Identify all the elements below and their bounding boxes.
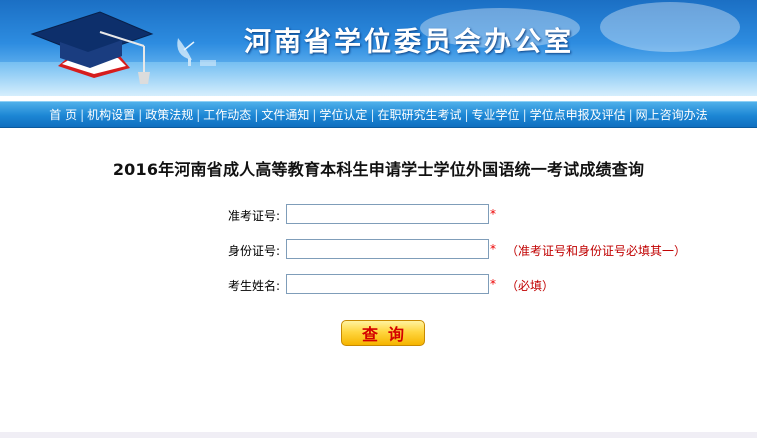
id-no-label: 身份证号: — [227, 244, 280, 258]
nav-item-online-consulting[interactable]: 网上咨询办法 — [633, 106, 711, 123]
name-input[interactable] — [286, 274, 489, 294]
satellite-dish-icon — [177, 38, 216, 66]
nav-item-policies[interactable]: 政策法规 — [142, 106, 196, 123]
required-mark: * — [490, 207, 496, 221]
nav-item-degree-certification[interactable]: 学位认定 — [316, 106, 370, 123]
exam-no-input[interactable] — [286, 204, 489, 224]
name-label: 考生姓名: — [227, 279, 280, 293]
required-mark: * — [490, 277, 496, 291]
main-nav: 首 页 | 机构设置 | 政策法规 | 工作动态 | 文件通知 | 学位认定 |… — [0, 101, 757, 128]
page-title: 2016年河南省成人高等教育本科生申请学士学位外国语统一考试成绩查询 — [112, 160, 645, 179]
id-no-row: 身份证号: * （准考证号和身份证号必填其一） — [0, 239, 757, 261]
site-banner: 河南省学位委员会办公室 — [0, 0, 757, 96]
nav-item-professional-degree[interactable]: 专业学位 — [469, 106, 523, 123]
exam-no-row: 准考证号: * — [0, 204, 757, 226]
banner-cloud — [600, 2, 740, 52]
nav-item-home[interactable]: 首 页 — [46, 106, 80, 123]
graduation-cap-logo — [30, 11, 154, 84]
nav-item-organization[interactable]: 机构设置 — [84, 106, 138, 123]
nav-item-program-application[interactable]: 学位点申报及评估 — [527, 106, 629, 123]
footer-divider — [0, 432, 757, 438]
required-mark: * — [490, 242, 496, 256]
name-hint: （必填） — [506, 279, 555, 293]
nav-item-news[interactable]: 工作动态 — [200, 106, 254, 123]
query-button[interactable]: 查询 — [341, 320, 425, 346]
id-no-input[interactable] — [286, 239, 489, 259]
id-no-hint: （准考证号和身份证号必填其一） — [506, 244, 687, 258]
nav-item-notices[interactable]: 文件通知 — [258, 106, 312, 123]
name-row: 考生姓名: * （必填） — [0, 274, 757, 296]
site-title: 河南省学位委员会办公室 — [244, 27, 574, 58]
exam-no-label: 准考证号: — [227, 209, 280, 223]
nav-item-graduate-exam[interactable]: 在职研究生考试 — [374, 106, 464, 123]
